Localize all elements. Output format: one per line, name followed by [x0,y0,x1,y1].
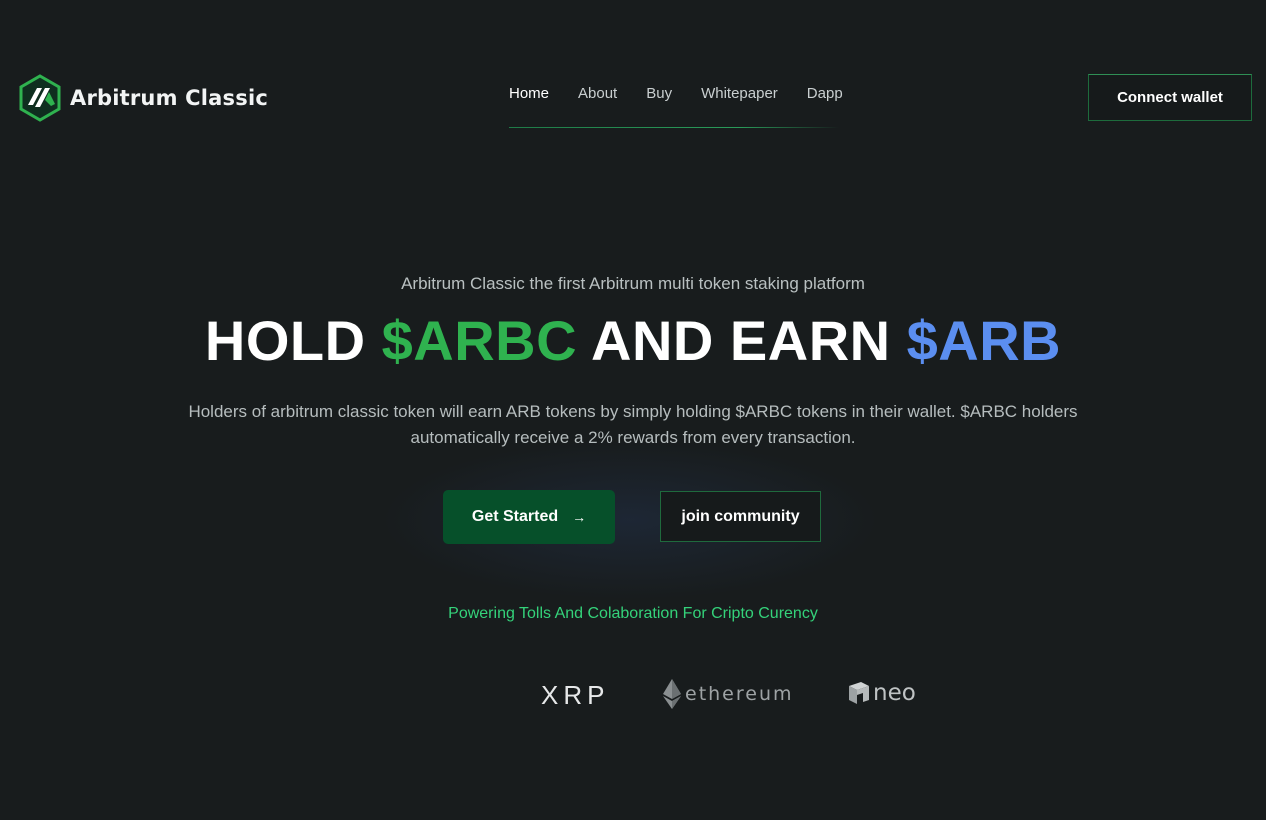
hero-description: Holders of arbitrum classic token will e… [188,402,1078,447]
connect-wallet-button[interactable]: Connect wallet [1088,74,1252,121]
landing-page: Arbitrum Classic Home About Buy Whitepap… [0,0,1266,820]
hero-tagline: Arbitrum Classic the first Arbitrum mult… [401,274,865,293]
headline-arb: $ARB [906,309,1062,372]
nav-home[interactable]: Home [509,85,549,102]
brand-name: Arbitrum Classic [70,86,269,110]
nav-whitepaper[interactable]: Whitepaper [701,85,778,102]
hero-headline: HOLD $ARBC AND EARN $ARB [0,308,1266,374]
headline-hold: HOLD [204,309,382,372]
brand-logo[interactable]: Arbitrum Classic [18,74,268,122]
ethereum-wordmark: ethereum [685,683,794,705]
get-started-button[interactable]: Get Started → [443,490,615,544]
headline-arbc: $ARBC [381,309,578,372]
get-started-label: Get Started [471,508,559,525]
ethereum-logo: ethereum [663,679,794,709]
arbitrum-hexagon-icon [19,74,61,122]
partners-caption: Powering Tolls And Colaboration For Crip… [448,605,818,622]
xrp-logo: XRP [541,680,609,711]
join-community-button[interactable]: join community [660,491,821,542]
neo-cube-icon [849,682,869,704]
nav-about[interactable]: About [578,85,617,102]
nav-underline [509,127,839,128]
neo-logo: neo [847,680,916,706]
main-nav: Home About Buy Whitepaper Dapp [509,85,872,102]
neo-wordmark: neo [873,680,916,706]
xrp-wordmark: XRP [541,680,610,710]
nav-dapp[interactable]: Dapp [807,85,843,102]
ethereum-diamond-icon [663,679,681,709]
headline-and-earn: AND EARN [577,309,907,372]
arrow-right-icon: → [572,509,587,525]
nav-buy[interactable]: Buy [646,85,672,102]
